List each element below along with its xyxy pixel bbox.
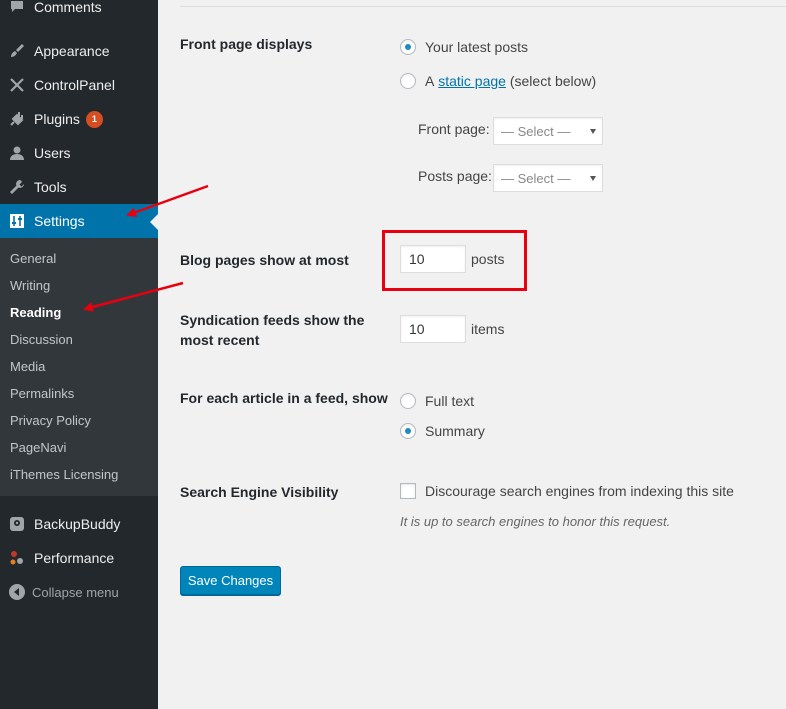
front-page-select[interactable]: — Select — (493, 117, 603, 145)
radio-static-page[interactable]: A static page (select below) (400, 73, 596, 89)
admin-sidebar: Comments Appearance ControlPanel Plugins… (0, 0, 158, 709)
posts-per-rss-input[interactable]: 10 (400, 315, 466, 343)
radio-button[interactable] (400, 39, 416, 55)
submenu-item-permalinks[interactable]: Permalinks (10, 386, 74, 401)
paintbrush-icon (0, 43, 34, 59)
sidebar-item-controlpanel[interactable]: ControlPanel (0, 68, 158, 102)
front-page-select-label: Front page: (418, 121, 490, 137)
sidebar-item-users[interactable]: Users (0, 136, 158, 170)
discourage-search-checkbox[interactable] (400, 483, 416, 499)
submenu-item-pagenavi[interactable]: PageNavi (10, 440, 66, 455)
wrench-icon (0, 179, 34, 195)
select-value: — Select — (501, 123, 571, 139)
radio-button[interactable] (400, 393, 416, 409)
feed-article-label: For each article in a feed, show (180, 390, 388, 406)
update-count-badge: 1 (85, 110, 103, 128)
sliders-icon (0, 213, 34, 229)
annotation-highlight-box (382, 230, 527, 291)
section-divider (180, 0, 786, 7)
sidebar-item-tools[interactable]: Tools (0, 170, 158, 204)
submenu-item-media[interactable]: Media (10, 359, 45, 374)
sidebar-item-appearance[interactable]: Appearance (0, 34, 158, 68)
items-unit-label: items (471, 321, 505, 337)
submenu-item-ithemes-licensing[interactable]: iThemes Licensing (10, 467, 118, 482)
sidebar-item-label: BackupBuddy (34, 516, 121, 532)
radio-summary[interactable]: Summary (400, 423, 485, 439)
chevron-down-icon (590, 129, 596, 134)
syndication-label-line1: Syndication feeds show the (180, 312, 365, 328)
radio-label: A (425, 73, 435, 89)
sidebar-item-label: Plugins (34, 111, 80, 127)
sidebar-item-label: Settings (34, 213, 85, 229)
sidebar-item-label: ControlPanel (34, 77, 115, 93)
radio-full-text[interactable]: Full text (400, 393, 474, 409)
discourage-search-checkbox-row[interactable]: Discourage search engines from indexing … (400, 483, 734, 499)
syndication-label-line2: most recent (180, 332, 260, 348)
radio-latest-posts[interactable]: Your latest posts (400, 39, 528, 55)
posts-page-select-label: Posts page: (418, 168, 492, 184)
radio-label: Your latest posts (425, 39, 528, 55)
posts-page-select[interactable]: — Select — (493, 164, 603, 192)
sidebar-item-comments[interactable]: Comments (0, 0, 158, 24)
collapse-menu-button[interactable]: Collapse menu (0, 575, 158, 609)
performance-icon (0, 550, 34, 566)
sidebar-item-label: Comments (34, 0, 102, 15)
sidebar-item-performance[interactable]: Performance (0, 541, 158, 575)
crossed-tools-icon (0, 77, 34, 93)
reading-settings-form: Front page displays Your latest posts A … (158, 0, 786, 709)
search-visibility-label: Search Engine Visibility (180, 484, 339, 500)
comment-icon (0, 0, 34, 15)
submenu-item-writing[interactable]: Writing (10, 278, 50, 293)
submenu-item-privacy-policy[interactable]: Privacy Policy (10, 413, 91, 428)
sidebar-item-label: Performance (34, 550, 115, 566)
static-page-link[interactable]: static page (438, 73, 506, 89)
checkbox-label: Discourage search engines from indexing … (425, 483, 734, 499)
plugin-icon (0, 111, 34, 127)
radio-label: Full text (425, 393, 475, 409)
save-changes-button[interactable]: Save Changes (180, 566, 281, 595)
submenu-item-reading[interactable]: Reading (10, 305, 61, 320)
blog-pages-label: Blog pages show at most (180, 252, 349, 268)
sidebar-item-label: Appearance (34, 43, 110, 59)
radio-button[interactable] (400, 73, 416, 89)
sidebar-item-backupbuddy[interactable]: BackupBuddy (0, 507, 158, 541)
backup-icon (0, 516, 34, 532)
sidebar-item-label: Tools (34, 179, 67, 195)
search-visibility-description: It is up to search engines to honor this… (400, 514, 671, 529)
chevron-down-icon (590, 176, 596, 181)
user-icon (0, 145, 34, 161)
front-page-displays-label: Front page displays (180, 36, 313, 52)
submenu-item-general[interactable]: General (10, 251, 56, 266)
sidebar-item-label: Users (34, 145, 71, 161)
collapse-menu-label: Collapse menu (32, 584, 119, 600)
settings-submenu: General Writing Reading Discussion Media… (0, 238, 158, 496)
radio-label-suffix: (select below) (509, 73, 597, 89)
radio-label: Summary (425, 423, 485, 439)
collapse-icon (0, 584, 34, 600)
select-value: — Select — (501, 170, 571, 186)
sidebar-item-settings[interactable]: Settings (0, 204, 158, 238)
sidebar-item-plugins[interactable]: Plugins 1 (0, 102, 158, 136)
submenu-item-discussion[interactable]: Discussion (10, 332, 73, 347)
radio-button[interactable] (400, 423, 416, 439)
